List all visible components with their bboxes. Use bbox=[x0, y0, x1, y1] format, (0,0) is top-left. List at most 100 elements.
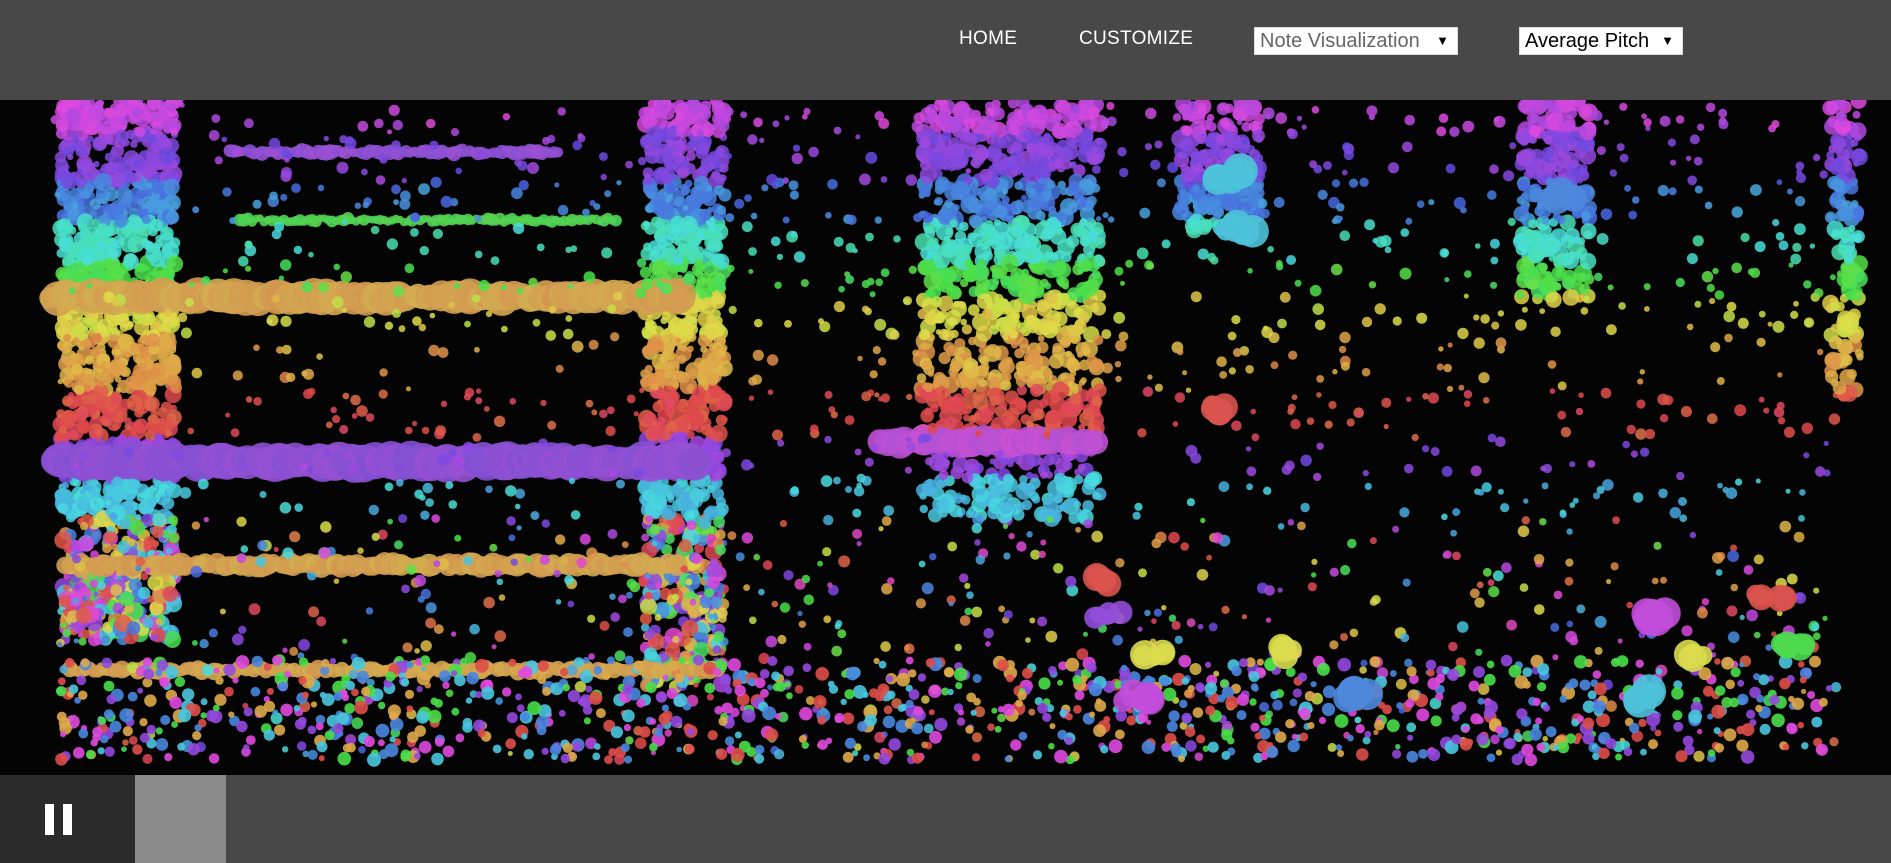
note-dot bbox=[878, 526, 884, 532]
note-dot bbox=[158, 323, 167, 333]
note-dot bbox=[1579, 252, 1597, 270]
metric-select[interactable]: Average Pitch ▼ bbox=[1519, 27, 1683, 55]
note-dot bbox=[143, 536, 156, 549]
note-dot bbox=[90, 496, 105, 511]
visualization-type-select[interactable]: Note Visualization ▼ bbox=[1254, 27, 1458, 55]
nav-customize-link[interactable]: CUSTOMIZE bbox=[1079, 28, 1193, 50]
note-dot bbox=[1202, 150, 1209, 157]
note-dot bbox=[73, 583, 80, 591]
note-dot bbox=[1311, 572, 1317, 578]
note-dot bbox=[714, 185, 725, 196]
note-dot bbox=[138, 345, 146, 353]
note-dot bbox=[1231, 315, 1241, 325]
note-dot bbox=[129, 520, 146, 536]
note-dot bbox=[1066, 127, 1076, 137]
note-dot bbox=[1553, 158, 1561, 166]
note-dot bbox=[108, 358, 125, 375]
nav-home-link[interactable]: HOME bbox=[959, 28, 1017, 50]
note-dot bbox=[1083, 430, 1109, 455]
note-dot bbox=[1014, 348, 1025, 359]
note-dot bbox=[1180, 166, 1197, 182]
note-dot bbox=[711, 253, 725, 267]
note-dot bbox=[651, 540, 658, 547]
note-dot bbox=[706, 373, 719, 386]
note-dot bbox=[117, 238, 124, 245]
note-dot bbox=[1786, 188, 1793, 195]
note-dot bbox=[995, 316, 1012, 333]
note-dot bbox=[1010, 309, 1020, 320]
note-dot bbox=[1515, 290, 1525, 299]
note-dot bbox=[68, 392, 75, 399]
note-dot bbox=[706, 327, 719, 340]
note-dot bbox=[1091, 183, 1101, 193]
note-dot bbox=[938, 508, 948, 518]
note-dot bbox=[944, 274, 954, 285]
note-dot bbox=[964, 259, 974, 269]
note-visualization-canvas[interactable] bbox=[0, 100, 1891, 775]
note-dot bbox=[697, 116, 705, 124]
note-dot bbox=[1053, 472, 1067, 486]
note-dot bbox=[1077, 267, 1084, 275]
note-dot bbox=[643, 183, 655, 196]
note-dot bbox=[59, 123, 68, 132]
note-dot bbox=[1001, 195, 1010, 204]
note-dot bbox=[151, 633, 159, 642]
note-dot bbox=[161, 497, 175, 510]
note-dot bbox=[104, 531, 117, 544]
note-dot bbox=[945, 239, 958, 251]
note-dot bbox=[1176, 191, 1190, 205]
note-dot bbox=[708, 441, 721, 453]
note-dot bbox=[1678, 497, 1687, 506]
note-dot bbox=[1234, 137, 1251, 154]
note-dot bbox=[70, 131, 79, 141]
chevron-down-icon: ▼ bbox=[1661, 33, 1674, 48]
note-dot bbox=[699, 297, 717, 315]
note-dot bbox=[84, 355, 95, 365]
note-dot bbox=[643, 221, 651, 228]
note-dot bbox=[1841, 272, 1857, 288]
note-dot bbox=[192, 206, 200, 214]
note-dot bbox=[151, 182, 163, 194]
note-dot bbox=[1028, 708, 1036, 716]
note-dot bbox=[1013, 272, 1021, 280]
note-dot bbox=[689, 488, 705, 504]
note-dot bbox=[961, 324, 973, 335]
note-dot bbox=[97, 379, 105, 388]
note-dot bbox=[1060, 336, 1072, 347]
note-dot bbox=[1088, 106, 1100, 118]
note-dot bbox=[166, 255, 184, 273]
note-dot bbox=[1826, 100, 1840, 115]
note-dot bbox=[992, 221, 1010, 240]
note-dot bbox=[984, 187, 997, 201]
note-dot bbox=[1056, 211, 1067, 222]
note-dot bbox=[933, 251, 951, 269]
note-dot bbox=[1548, 254, 1556, 262]
chevron-down-icon: ▼ bbox=[1436, 33, 1449, 48]
note-dot bbox=[1068, 512, 1080, 524]
note-dot bbox=[791, 152, 803, 165]
note-dot bbox=[1836, 111, 1847, 122]
note-dot bbox=[135, 514, 142, 521]
note-dot bbox=[964, 117, 976, 129]
note-dot bbox=[698, 516, 712, 530]
note-dot bbox=[1849, 122, 1867, 140]
note-dot bbox=[945, 416, 957, 428]
note-dot bbox=[66, 209, 79, 221]
note-dot bbox=[656, 444, 663, 451]
note-dot bbox=[63, 378, 74, 388]
note-dot bbox=[1043, 454, 1055, 466]
note-dot bbox=[967, 232, 977, 242]
note-dot bbox=[125, 214, 143, 232]
note-dot bbox=[666, 554, 688, 576]
note-dot bbox=[110, 396, 120, 406]
note-dot bbox=[954, 180, 969, 195]
note-dot bbox=[119, 323, 129, 332]
note-dot bbox=[1082, 407, 1096, 421]
note-dot bbox=[1224, 103, 1234, 114]
note-dot bbox=[110, 485, 127, 502]
note-dot bbox=[697, 360, 713, 376]
note-dot bbox=[1190, 157, 1200, 166]
note-dot bbox=[941, 131, 952, 142]
note-dot bbox=[91, 313, 99, 320]
note-dot bbox=[94, 428, 103, 436]
